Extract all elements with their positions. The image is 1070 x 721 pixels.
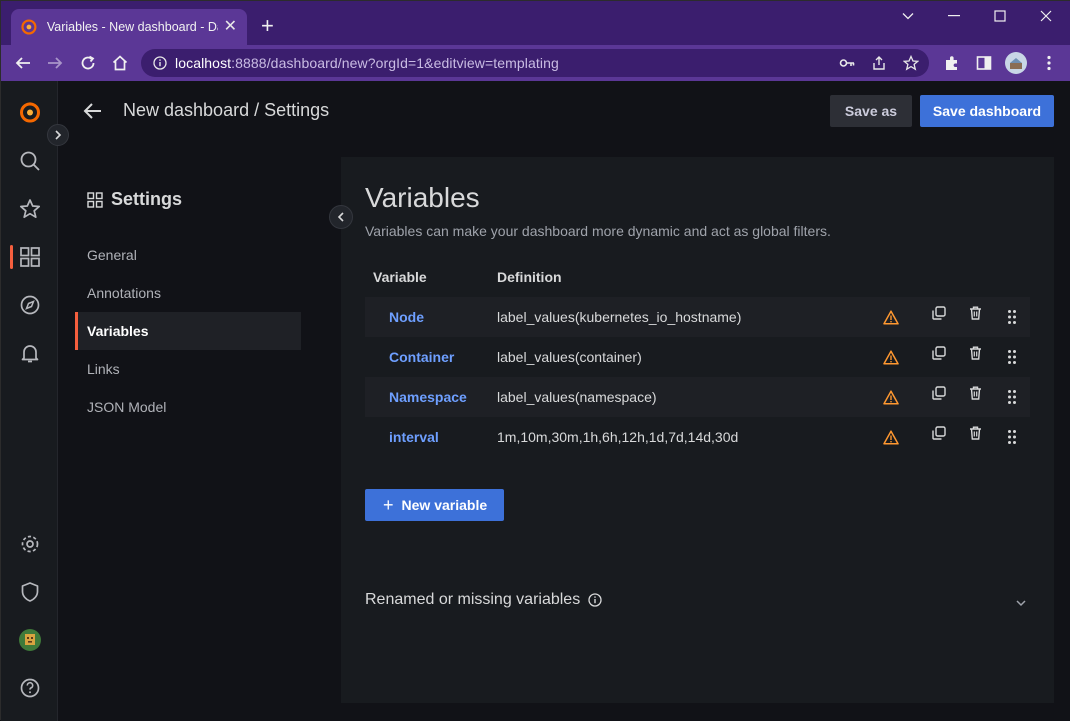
url-text: localhost:8888/dashboard/new?orgId=1&edi…: [175, 55, 559, 71]
variables-description: Variables can make your dashboard more d…: [365, 223, 831, 239]
new-variable-label: New variable: [401, 497, 488, 513]
variable-name-link[interactable]: interval: [389, 429, 439, 445]
column-header-variable: Variable: [373, 269, 427, 285]
settings-title: Settings: [111, 189, 183, 209]
new-tab-button[interactable]: +: [261, 15, 274, 37]
explore-compass-icon[interactable]: [17, 292, 43, 318]
back-icon[interactable]: [11, 51, 35, 75]
nav-item-general[interactable]: General: [75, 236, 301, 274]
bookmark-star-icon[interactable]: [903, 55, 919, 71]
variable-definition: label_values(kubernetes_io_hostname): [497, 309, 742, 325]
browser-tab[interactable]: Variables - New dashboard - Das ✕: [11, 9, 247, 45]
share-icon[interactable]: [871, 55, 887, 71]
warning-icon[interactable]: [882, 428, 900, 446]
chevron-down-icon[interactable]: [885, 1, 931, 31]
address-bar[interactable]: localhost:8888/dashboard/new?orgId=1&edi…: [141, 49, 929, 77]
extensions-icon[interactable]: [940, 51, 964, 75]
url-host: localhost: [175, 55, 232, 71]
variable-row: interval 1m,10m,30m,1h,6h,12h,1d,7d,14d,…: [365, 417, 1030, 457]
minimize-button[interactable]: [931, 1, 977, 31]
duplicate-icon[interactable]: [930, 304, 948, 322]
drag-handle-icon[interactable]: [1003, 428, 1021, 446]
dashboards-icon[interactable]: [17, 244, 43, 270]
trash-icon[interactable]: [966, 424, 984, 442]
variable-row: Namespace label_values(namespace): [365, 377, 1030, 417]
page-title: New dashboard / Settings: [123, 100, 330, 120]
site-info-icon[interactable]: [153, 56, 167, 70]
chevron-down-icon[interactable]: [1013, 595, 1029, 611]
renamed-missing-label: Renamed or missing variables: [365, 591, 581, 608]
search-icon[interactable]: [17, 148, 43, 174]
variable-row: Container label_values(container): [365, 337, 1030, 377]
gear-icon[interactable]: [17, 531, 43, 557]
variable-name-link[interactable]: Namespace: [389, 389, 467, 405]
browser-titlebar: Variables - New dashboard - Das ✕ +: [1, 1, 1070, 45]
maximize-button[interactable]: [977, 1, 1023, 31]
expand-menu-button[interactable]: [47, 124, 69, 146]
browser-menu-icon[interactable]: [1037, 51, 1061, 75]
trash-icon[interactable]: [966, 384, 984, 402]
help-icon[interactable]: [17, 675, 43, 701]
duplicate-icon[interactable]: [930, 344, 948, 362]
reload-icon[interactable]: [76, 51, 100, 75]
shield-icon[interactable]: [17, 579, 43, 605]
variable-definition: 1m,10m,30m,1h,6h,12h,1d,7d,14d,30d: [497, 429, 739, 445]
profile-avatar[interactable]: [1004, 51, 1028, 75]
drag-handle-icon[interactable]: [1003, 308, 1021, 326]
tab-title: Variables - New dashboard - Das: [46, 20, 218, 34]
browser-window: Variables - New dashboard - Das ✕ + loca…: [0, 0, 1070, 721]
plus-icon: +: [383, 495, 394, 515]
nav-item-json-model[interactable]: JSON Model: [75, 388, 301, 426]
forward-icon[interactable]: [43, 51, 67, 75]
grafana-app: New dashboard / Settings Save as Save da…: [1, 81, 1070, 721]
drag-handle-icon[interactable]: [1003, 388, 1021, 406]
trash-icon[interactable]: [966, 344, 984, 362]
info-icon[interactable]: [588, 593, 602, 607]
grafana-logo-icon[interactable]: [17, 99, 43, 125]
close-window-button[interactable]: [1023, 1, 1069, 31]
renamed-missing-section-header[interactable]: Renamed or missing variables: [365, 591, 602, 609]
settings-heading: Settings: [87, 189, 182, 210]
side-menu: [1, 81, 58, 721]
variable-definition: label_values(namespace): [497, 389, 657, 405]
tab-close-icon[interactable]: ✕: [224, 19, 237, 35]
home-icon[interactable]: [108, 51, 132, 75]
user-avatar[interactable]: [17, 627, 43, 653]
variable-row: Node label_values(kubernetes_io_hostname…: [365, 297, 1030, 337]
side-panel-icon[interactable]: [972, 51, 996, 75]
variables-heading: Variables: [365, 182, 480, 213]
collapse-settings-button[interactable]: [329, 205, 353, 229]
column-header-definition: Definition: [497, 269, 562, 285]
save-dashboard-button[interactable]: Save dashboard: [920, 95, 1054, 127]
variable-name-link[interactable]: Node: [389, 309, 424, 325]
alert-bell-icon[interactable]: [17, 340, 43, 366]
variable-definition: label_values(container): [497, 349, 642, 365]
browser-toolbar: localhost:8888/dashboard/new?orgId=1&edi…: [1, 45, 1070, 81]
settings-grid-icon: [87, 191, 103, 208]
variable-name-link[interactable]: Container: [389, 349, 454, 365]
warning-icon[interactable]: [882, 388, 900, 406]
grafana-favicon-icon: [21, 19, 37, 35]
url-path: :8888/dashboard/new?orgId=1&editview=tem…: [231, 55, 559, 71]
active-indicator: [10, 245, 13, 269]
nav-item-annotations[interactable]: Annotations: [75, 274, 301, 312]
variables-panel: Variables Variables can make your dashbo…: [341, 157, 1054, 703]
star-icon[interactable]: [17, 196, 43, 222]
warning-icon[interactable]: [882, 308, 900, 326]
nav-item-links[interactable]: Links: [75, 350, 301, 388]
drag-handle-icon[interactable]: [1003, 348, 1021, 366]
key-icon[interactable]: [839, 55, 855, 71]
nav-item-variables[interactable]: Variables: [75, 312, 301, 350]
new-variable-button[interactable]: + New variable: [365, 489, 504, 521]
duplicate-icon[interactable]: [930, 384, 948, 402]
duplicate-icon[interactable]: [930, 424, 948, 442]
trash-icon[interactable]: [966, 304, 984, 322]
warning-icon[interactable]: [882, 348, 900, 366]
back-arrow-icon[interactable]: [81, 99, 105, 123]
save-as-button[interactable]: Save as: [830, 95, 912, 127]
